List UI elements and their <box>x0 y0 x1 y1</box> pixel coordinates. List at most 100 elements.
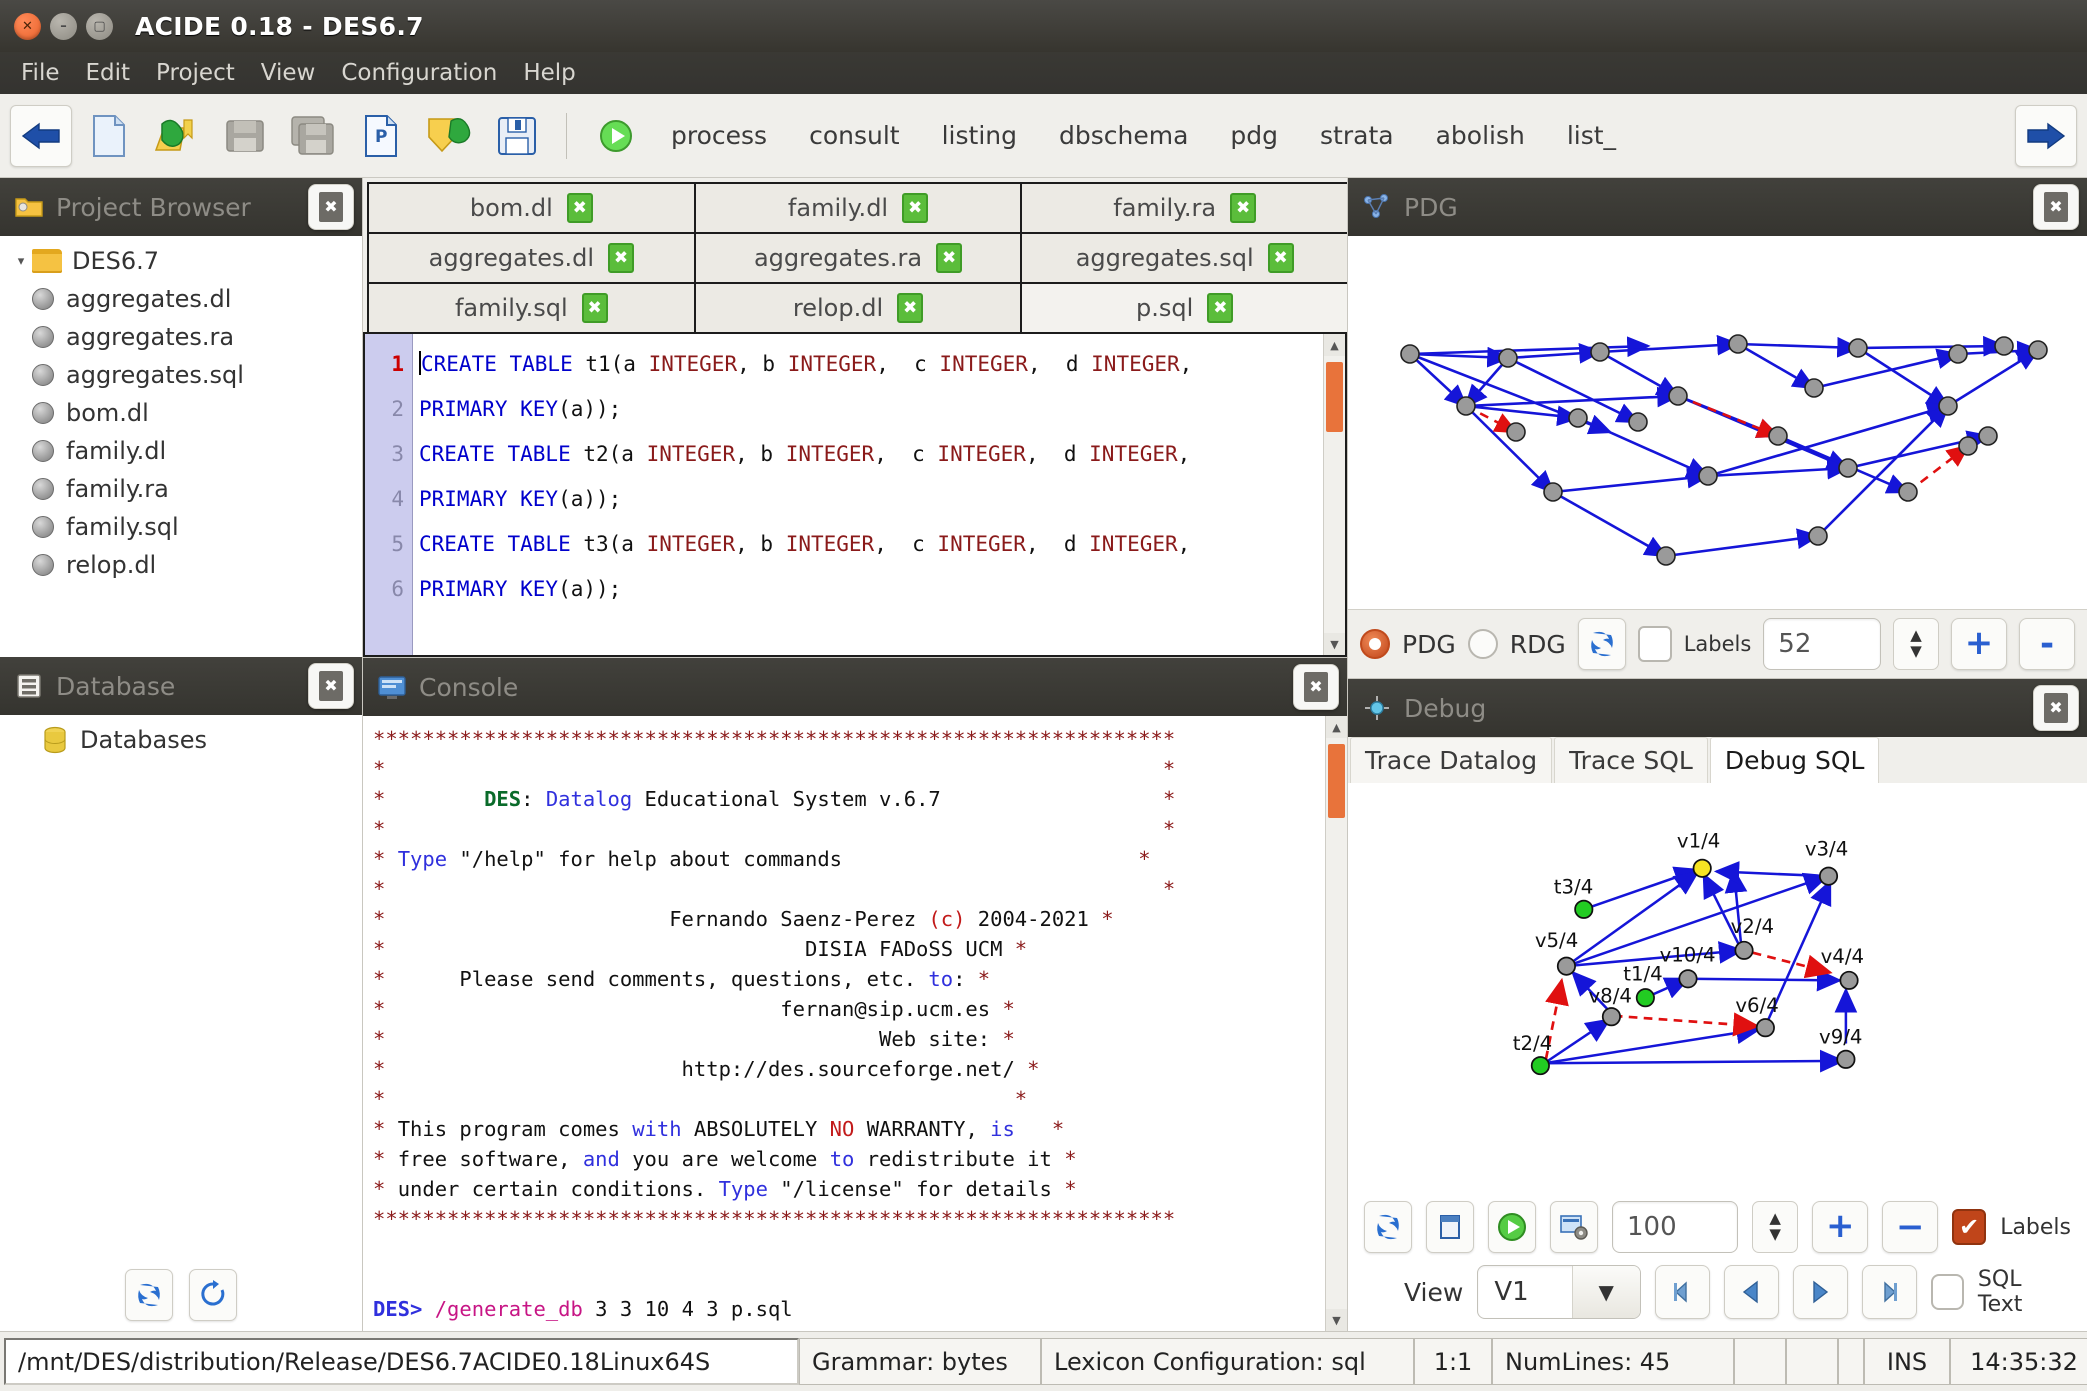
nav-next-button[interactable] <box>1792 1265 1848 1319</box>
chevron-down-icon[interactable]: ▼ <box>1571 1266 1640 1318</box>
editor-vertical-scrollbar[interactable]: ▲ ▼ <box>1323 334 1345 655</box>
tab-close-icon[interactable]: ✖ <box>897 293 924 323</box>
minimize-window-button[interactable]: – <box>50 12 77 40</box>
tab-family-dl[interactable]: family.dl ✖ <box>693 182 1023 232</box>
command-abolish[interactable]: abolish <box>1418 117 1543 154</box>
tab-p-sql[interactable]: p.sql ✖ <box>1020 282 1347 332</box>
debug-stop-icon[interactable] <box>1426 1201 1474 1253</box>
save-project-icon[interactable] <box>486 105 548 167</box>
spinner-down-icon[interactable]: ▼ <box>1769 1226 1781 1243</box>
command-consult[interactable]: consult <box>791 117 918 154</box>
debug-value-field[interactable]: 100 <box>1612 1201 1739 1253</box>
maximize-window-button[interactable]: ▢ <box>86 12 113 40</box>
pdg-value-field[interactable]: 52 <box>1763 618 1881 670</box>
tab-close-icon[interactable]: ✖ <box>581 293 608 323</box>
status-grammar[interactable]: Grammar: bytes <box>799 1338 1041 1385</box>
tree-item-bom-dl[interactable]: bom.dl <box>0 394 362 432</box>
code-text-area[interactable]: CREATE TABLE t1(a INTEGER, b INTEGER, c … <box>413 334 1323 655</box>
pdg-close-button[interactable]: ✖ <box>2033 184 2079 230</box>
scroll-up-icon[interactable]: ▲ <box>1324 334 1345 356</box>
forward-arrow-icon[interactable] <box>2015 104 2077 167</box>
tree-item-family-sql[interactable]: family.sql <box>0 508 362 546</box>
save-icon[interactable] <box>214 105 276 167</box>
debug-refresh-icon[interactable] <box>1364 1201 1412 1253</box>
tab-close-icon[interactable]: ✖ <box>608 243 635 273</box>
scroll-down-icon[interactable]: ▼ <box>1324 633 1345 655</box>
command-pdg[interactable]: pdg <box>1212 117 1296 154</box>
tab-aggregates-ra[interactable]: aggregates.ra ✖ <box>693 232 1023 282</box>
tab-close-icon[interactable]: ✖ <box>1230 193 1257 223</box>
pdg-zoom-in-button[interactable]: + <box>1951 618 2007 670</box>
command-list[interactable]: list_ <box>1549 117 1634 154</box>
tree-item-aggregates-ra[interactable]: aggregates.ra <box>0 318 362 356</box>
tree-item-family-ra[interactable]: family.ra <box>0 470 362 508</box>
database-refresh-icon[interactable] <box>125 1269 173 1321</box>
new-file-icon[interactable] <box>78 105 140 167</box>
pdg-graph-canvas[interactable] <box>1348 236 2087 609</box>
scroll-thumb[interactable] <box>1328 744 1345 818</box>
pdg-labels-checkbox[interactable] <box>1637 626 1672 662</box>
view-select[interactable]: V1 ▼ <box>1477 1265 1641 1319</box>
database-root-item[interactable]: Databases <box>0 721 362 759</box>
tab-close-icon[interactable]: ✖ <box>566 193 593 223</box>
tab-trace-datalog[interactable]: Trace Datalog <box>1350 737 1553 783</box>
nav-first-button[interactable] <box>1654 1265 1710 1319</box>
tab-close-icon[interactable]: ✖ <box>902 193 929 223</box>
tree-item-family-dl[interactable]: family.dl <box>0 432 362 470</box>
pdg-radio[interactable] <box>1360 629 1390 659</box>
menu-project[interactable]: Project <box>145 58 246 88</box>
command-dbschema[interactable]: dbschema <box>1041 117 1206 154</box>
tree-root-des67[interactable]: ▾ DES6.7 <box>0 242 362 280</box>
menu-edit[interactable]: Edit <box>75 58 142 88</box>
tree-item-aggregates-sql[interactable]: aggregates.sql <box>0 356 362 394</box>
tab-debug-sql[interactable]: Debug SQL <box>1709 737 1880 783</box>
new-project-icon[interactable]: P <box>350 105 412 167</box>
tab-family-sql[interactable]: family.sql ✖ <box>367 282 696 332</box>
debug-close-button[interactable]: ✖ <box>2033 685 2079 731</box>
tree-item-relop-dl[interactable]: relop.dl <box>0 546 362 584</box>
debug-zoom-out-button[interactable]: − <box>1882 1201 1939 1253</box>
tab-bom-dl[interactable]: bom.dl ✖ <box>367 182 696 232</box>
scroll-down-icon[interactable]: ▼ <box>1326 1309 1347 1331</box>
chevron-down-icon[interactable]: ▾ <box>10 254 32 269</box>
pdg-refresh-icon[interactable] <box>1577 618 1626 670</box>
tab-trace-sql[interactable]: Trace SQL <box>1554 737 1708 783</box>
debug-settings-icon[interactable] <box>1550 1201 1598 1253</box>
tab-aggregates-dl[interactable]: aggregates.dl ✖ <box>367 232 696 282</box>
open-folder-icon[interactable] <box>146 105 208 167</box>
database-close-button[interactable]: ✖ <box>308 663 354 709</box>
tab-close-icon[interactable]: ✖ <box>1207 293 1234 323</box>
play-icon[interactable] <box>585 105 647 167</box>
tab-family-ra[interactable]: family.ra ✖ <box>1020 182 1347 232</box>
sqltext-checkbox[interactable] <box>1930 1274 1964 1310</box>
rdg-radio[interactable] <box>1467 629 1498 659</box>
menu-configuration[interactable]: Configuration <box>330 58 508 88</box>
debug-graph-canvas[interactable]: t3/4 v1/4 v3/4 v5/4 v2/4 v10/4 v4/4 t1/4… <box>1348 783 2087 1195</box>
tab-close-icon[interactable]: ✖ <box>936 243 963 273</box>
save-all-icon[interactable] <box>282 105 344 167</box>
scroll-up-icon[interactable]: ▲ <box>1326 716 1347 738</box>
back-arrow-icon[interactable] <box>10 104 72 167</box>
open-project-icon[interactable] <box>418 105 480 167</box>
console-vertical-scrollbar[interactable]: ▲ ▼ <box>1325 716 1347 1331</box>
command-strata[interactable]: strata <box>1302 117 1412 154</box>
pdg-zoom-out-button[interactable]: - <box>2019 618 2075 670</box>
console-output[interactable]: ****************************************… <box>363 716 1325 1331</box>
scroll-thumb[interactable] <box>1326 362 1343 432</box>
command-process[interactable]: process <box>653 117 785 154</box>
menu-help[interactable]: Help <box>512 58 586 88</box>
command-listing[interactable]: listing <box>924 117 1035 154</box>
debug-zoom-in-button[interactable]: + <box>1812 1201 1869 1253</box>
nav-last-button[interactable] <box>1861 1265 1917 1319</box>
debug-play-icon[interactable] <box>1488 1201 1536 1253</box>
tab-close-icon[interactable]: ✖ <box>1267 243 1294 273</box>
tab-relop-dl[interactable]: relop.dl ✖ <box>693 282 1023 332</box>
console-close-button[interactable]: ✖ <box>1293 664 1339 710</box>
project-browser-close-button[interactable]: ✖ <box>308 184 354 230</box>
tab-aggregates-sql[interactable]: aggregates.sql ✖ <box>1020 232 1347 282</box>
debug-spinner[interactable]: ▲ ▼ <box>1752 1201 1799 1253</box>
tree-item-aggregates-dl[interactable]: aggregates.dl <box>0 280 362 318</box>
close-window-button[interactable]: ✕ <box>14 12 41 40</box>
spinner-down-icon[interactable]: ▼ <box>1910 643 1922 660</box>
menu-view[interactable]: View <box>250 58 327 88</box>
